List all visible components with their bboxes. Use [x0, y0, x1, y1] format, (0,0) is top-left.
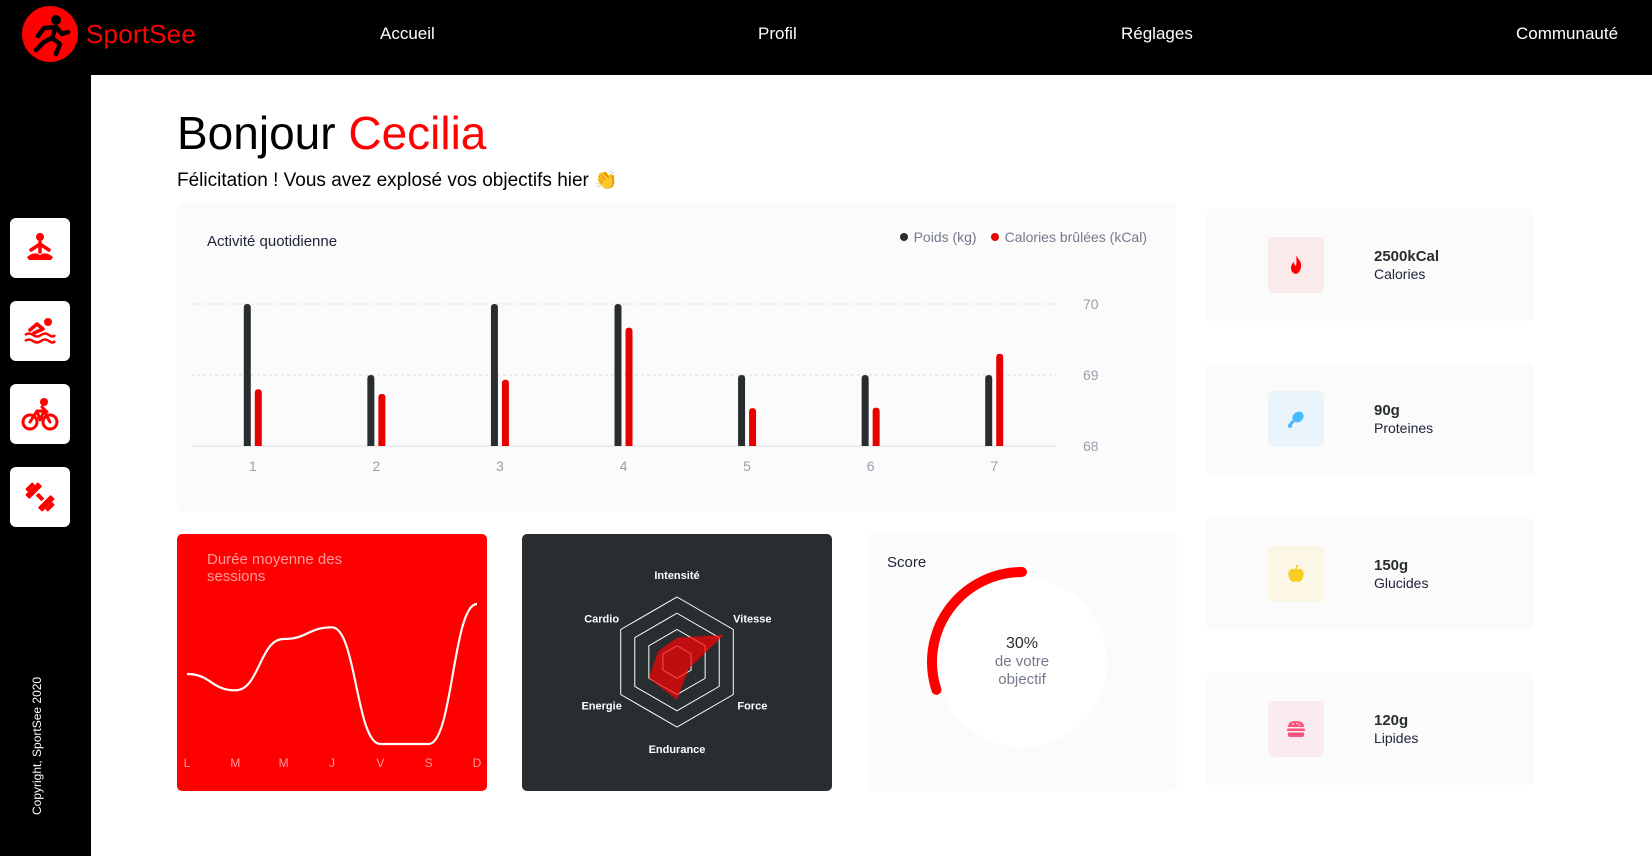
- user-name: Cecilia: [348, 107, 487, 159]
- yoga-icon: [27, 233, 53, 260]
- bar-weight: [738, 375, 746, 446]
- legend-weight: Poids (kg): [899, 229, 977, 245]
- performance-radar-chart: Intensité Vitesse Force Endurance Energie Car…: [522, 534, 832, 791]
- nav-settings-link[interactable]: Réglages: [1121, 24, 1193, 44]
- yoga-button[interactable]: [10, 218, 70, 278]
- bar-weight: [614, 304, 622, 446]
- swimming-button[interactable]: [10, 301, 70, 361]
- congrats-message: Félicitation ! Vous avez explosé vos obj…: [177, 170, 618, 191]
- x-tick-label: 3: [496, 458, 504, 474]
- nav-profile-link[interactable]: Profil: [758, 24, 797, 44]
- burger-icon: [1268, 701, 1324, 757]
- x-tick-label: 2: [372, 458, 380, 474]
- bar-calories: [378, 393, 386, 446]
- bar-calories: [749, 408, 757, 446]
- legend-weight-label: Poids (kg): [913, 229, 977, 245]
- page-title: Bonjour Cecilia: [177, 106, 486, 160]
- x-tick-label: 5: [743, 458, 751, 474]
- sessions-day-label: S: [425, 756, 433, 770]
- cycling-button[interactable]: [10, 384, 70, 444]
- proteins-value: 90g: [1374, 402, 1400, 419]
- sessions-day-label: L: [184, 756, 191, 770]
- bar-calories: [625, 327, 633, 446]
- radar-axis-label: Force: [737, 701, 767, 713]
- x-tick-label: 1: [249, 458, 257, 474]
- keydata-carbs-card: 150g Glucides: [1206, 518, 1534, 630]
- score-line2: objectif: [998, 671, 1046, 689]
- cycling-icon: [21, 398, 59, 431]
- radar-axis-label: Intensité: [654, 570, 699, 582]
- left-sidebar: Copyright, SportSee 2020: [0, 75, 91, 856]
- bar-calories: [996, 353, 1004, 446]
- carbs-label: Glucides: [1374, 575, 1429, 591]
- legend-calories-dot: [990, 233, 999, 241]
- bar-weight: [861, 375, 869, 446]
- score-chart: Score 30% de votre objectif: [867, 534, 1177, 791]
- y-tick-label: 70: [1083, 296, 1099, 312]
- runner-icon: [22, 6, 78, 62]
- keydata-lipids-card: 120g Lipides: [1206, 673, 1534, 785]
- dumbbell-icon: [25, 482, 55, 512]
- legend-calories-label: Calories brûlées (kCal): [1004, 229, 1147, 245]
- bar-calories: [872, 407, 880, 446]
- keydata-proteins-card: 90g Proteines: [1206, 363, 1534, 475]
- y-tick-label: 69: [1083, 367, 1099, 383]
- lipids-label: Lipides: [1374, 730, 1419, 746]
- score-center-text: 30% de votre objectif: [867, 634, 1177, 689]
- bar-calories: [254, 389, 262, 446]
- copyright-text: Copyright, SportSee 2020: [30, 676, 44, 815]
- dumbbell-button[interactable]: [10, 467, 70, 527]
- nav-home-link[interactable]: Accueil: [380, 24, 435, 44]
- radar-axis-label: Energie: [581, 701, 621, 713]
- radar-axis-label: Endurance: [649, 744, 706, 756]
- radar-chart-svg: Intensité Vitesse Force Endurance Energie Car…: [581, 570, 771, 756]
- score-chart-title: Score: [887, 554, 927, 571]
- x-tick-label: 4: [620, 458, 628, 474]
- legend-calories: Calories brûlées (kCal): [990, 229, 1147, 245]
- activity-chart-title: Activité quotidienne: [207, 233, 338, 250]
- calories-value: 2500kCal: [1374, 248, 1440, 265]
- sessions-chart: L M M J V S D Durée moyenne des sessions: [177, 534, 487, 791]
- keydata-calories-card: 2500kCal Calories: [1206, 209, 1534, 321]
- bar-weight: [243, 304, 251, 446]
- sessions-chart-title: Durée moyenne des sessions: [207, 551, 343, 585]
- y-tick-label: 68: [1083, 438, 1099, 454]
- calories-label: Calories: [1374, 266, 1426, 282]
- activity-legend: Poids (kg) Calories brûlées (kCal): [899, 229, 1147, 245]
- sessions-day-label: J: [329, 756, 335, 770]
- top-navbar: SportSee Accueil Profil Réglages Communa…: [0, 0, 1652, 75]
- bar-weight: [985, 375, 993, 446]
- radar-axis-label: Cardio: [584, 614, 619, 626]
- x-tick-label: 6: [867, 458, 875, 474]
- activity-chart: 68 69 70 1 2 3 4 5 6 7 Activité quotidienne Poids…: [177, 202, 1176, 512]
- fire-icon: [1268, 237, 1324, 293]
- x-tick-label: 7: [990, 458, 998, 474]
- sessions-day-label: V: [376, 756, 384, 770]
- sessions-line: [186, 602, 478, 746]
- score-percent: 30%: [1005, 635, 1039, 652]
- logo[interactable]: SportSee: [22, 6, 196, 62]
- sessions-day-label: D: [473, 756, 482, 770]
- bar-weight: [367, 375, 375, 446]
- bar-weight: [490, 304, 498, 446]
- legend-weight-dot: [899, 233, 908, 241]
- brand-name: SportSee: [86, 18, 197, 49]
- chicken-icon: [1268, 391, 1324, 447]
- sessions-day-label: M: [279, 756, 289, 770]
- bar-calories: [501, 379, 509, 446]
- swimming-icon: [24, 318, 57, 344]
- carbs-value: 150g: [1374, 557, 1409, 574]
- greeting-word: Bonjour: [177, 107, 336, 159]
- score-line1: de votre: [994, 653, 1050, 671]
- proteins-label: Proteines: [1374, 420, 1434, 436]
- radar-axis-label: Vitesse: [733, 614, 771, 626]
- lipids-value: 120g: [1374, 712, 1409, 729]
- apple-icon: [1268, 546, 1324, 602]
- nav-community-link[interactable]: Communauté: [1516, 24, 1618, 44]
- sessions-day-label: M: [230, 756, 240, 770]
